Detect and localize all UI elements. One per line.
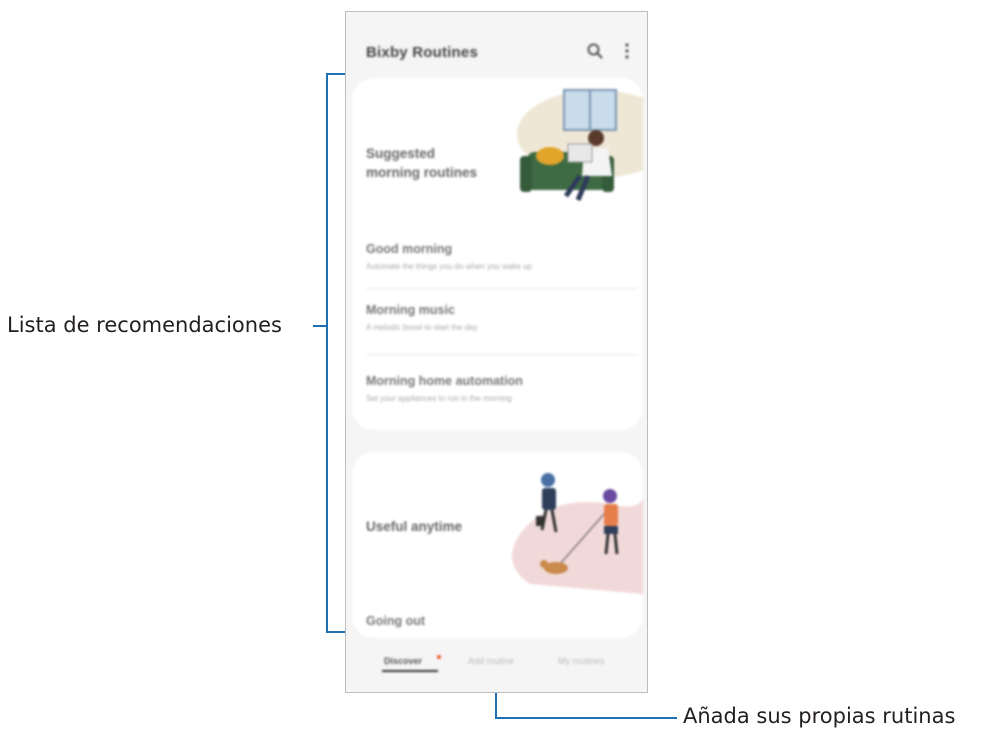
- divider: [366, 288, 638, 289]
- bracket-vertical-line: [326, 73, 328, 633]
- bottom-tab-bar: Discover Add routine My routines: [346, 648, 647, 678]
- active-tab-indicator: [382, 670, 438, 672]
- annotation-recommendation-list: Lista de recomendaciones: [7, 313, 282, 337]
- new-badge-dot: [437, 655, 441, 659]
- card-heading-line1: Suggested: [366, 146, 436, 161]
- routine-item-going-out[interactable]: Going out: [366, 614, 638, 628]
- more-options-icon[interactable]: [618, 42, 636, 60]
- routine-title: Good morning: [366, 242, 453, 256]
- routine-title: Morning music: [366, 303, 455, 317]
- routine-title: Going out: [366, 614, 426, 628]
- app-title: Bixby Routines: [366, 44, 478, 61]
- card-heading: Useful anytime: [366, 519, 463, 534]
- routine-title: Morning home automation: [366, 374, 523, 388]
- routine-description: Set your appliances to run in the mornin…: [366, 394, 512, 403]
- tab-my-routines[interactable]: My routines: [558, 656, 605, 666]
- card-heading-line2: morning routines: [366, 165, 477, 180]
- annotation-add-routine: Añada sus propias rutinas: [683, 704, 956, 728]
- routine-item-good-morning[interactable]: Good morning Automate the things you do …: [366, 242, 638, 271]
- tab-add-routine[interactable]: Add routine: [468, 656, 514, 666]
- pointer-horizontal-line: [495, 717, 677, 719]
- bracket-pointer: [313, 325, 327, 327]
- card-heading: Suggested morning routines: [366, 144, 477, 182]
- useful-anytime-card[interactable]: Useful anytime Going out: [352, 452, 643, 638]
- tab-discover[interactable]: Discover: [384, 656, 422, 666]
- routine-item-morning-home-automation[interactable]: Morning home automation Set your applian…: [366, 374, 638, 403]
- suggested-morning-card[interactable]: Suggested morning routines Good morning …: [352, 78, 643, 430]
- divider: [366, 354, 638, 355]
- search-icon[interactable]: [586, 42, 604, 60]
- routine-item-morning-music[interactable]: Morning music A melodic boost to start t…: [366, 303, 638, 332]
- routine-description: Automate the things you do when you wake…: [366, 262, 532, 271]
- phone-screen: Bixby Routines Suggested morning routine…: [345, 11, 648, 693]
- routine-description: A melodic boost to start the day: [366, 323, 478, 332]
- walking-dog-illustration: [512, 473, 643, 594]
- morning-reading-illustration: [517, 89, 643, 201]
